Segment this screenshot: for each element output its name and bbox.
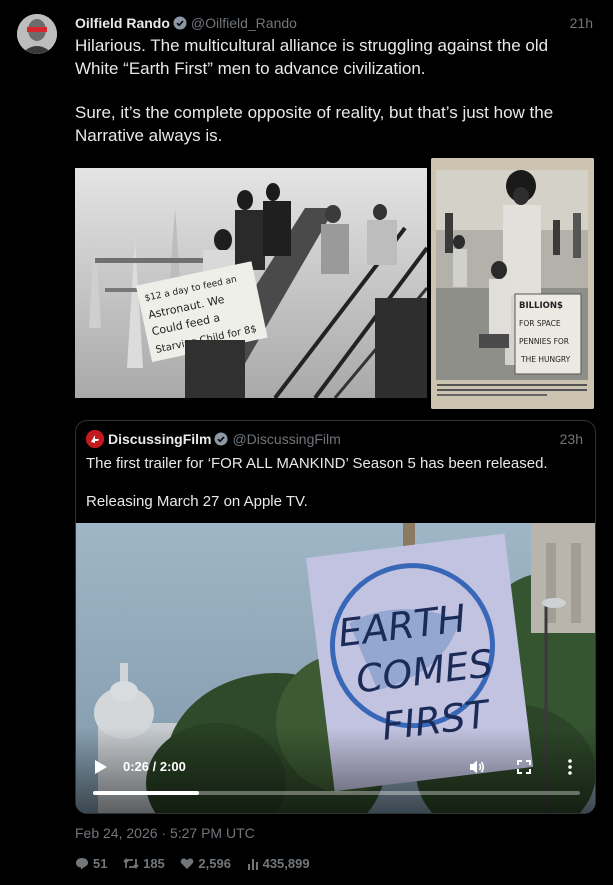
retweet-button[interactable]: 185 [123,856,165,871]
reply-count: 51 [93,856,108,871]
svg-text:BILLION$: BILLION$ [519,301,563,311]
post-text-paragraph: Hilarious. The multicultural alliance is… [75,36,549,78]
retweet-count: 185 [143,856,165,871]
post-text-paragraph: Sure, it’s the complete opposite of real… [75,103,554,145]
svg-text:THE HUNGRY: THE HUNGRY [520,355,571,364]
post-header: Oilfield Rando @Oilfield_Rando 21h [75,14,593,32]
post-text: Hilarious. The multicultural alliance is… [75,35,595,147]
quoted-post-text: The first trailer for ‘FOR ALL MANKIND’ … [86,454,586,512]
reply-icon [76,858,88,870]
quoted-text-paragraph: The first trailer for ‘FOR ALL MANKIND’ … [86,455,548,472]
more-options-icon[interactable] [568,759,572,775]
like-count: 2,596 [198,856,231,871]
quoted-author-name[interactable]: DiscussingFilm [108,431,211,447]
views-count: 435,899 [262,856,310,871]
author-handle[interactable]: @Oilfield_Rando [191,15,297,31]
video-progress-bar[interactable] [93,791,580,795]
discussingfilm-logo-icon[interactable] [86,430,104,448]
volume-icon[interactable] [469,759,485,775]
retweet-icon [123,858,139,869]
video-controls: 0:26 / 2:00 [76,523,595,813]
author-name[interactable]: Oilfield Rando [75,15,170,31]
quoted-author-handle[interactable]: @DiscussingFilm [232,431,340,447]
like-button[interactable]: 2,596 [180,856,231,871]
tweet: Oilfield Rando @Oilfield_Rando 21h Hilari… [0,0,613,885]
svg-text:FOR SPACE: FOR SPACE [519,319,561,328]
quoted-post-time[interactable]: 23h [560,430,583,448]
video-time-readout: 0:26 / 2:00 [123,759,186,774]
fullscreen-icon[interactable] [517,760,531,774]
reply-button[interactable]: 51 [75,856,107,871]
post-time[interactable]: 21h [570,14,593,32]
video-progress-fill [93,791,199,795]
post-timestamp[interactable]: Feb 24, 2026 · 5:27 PM UTC [75,825,255,841]
play-icon[interactable] [94,759,108,775]
video-player[interactable]: EARTH COMES FIRST 0:26 / 2:00 [76,523,595,813]
verified-icon [214,432,228,450]
svg-text:PENNIES FOR: PENNIES FOR [519,337,569,346]
photo-newspaper-clipping[interactable]: BILLION$ FOR SPACE PENNIES FOR THE HUNGR… [431,158,594,409]
avatar[interactable] [17,14,57,54]
post-stats: 51 185 2,596 435,899 [75,856,322,871]
views-button[interactable]: 435,899 [247,856,310,871]
photo-protest-stairs[interactable]: $12 a day to feed an Astronaut. We Could… [75,168,427,398]
quoted-post-header: DiscussingFilm @DiscussingFilm 23h [86,430,583,448]
quoted-text-paragraph: Releasing March 27 on Apple TV. [86,493,308,510]
heart-icon [181,858,194,869]
verified-icon [173,16,187,34]
quoted-post[interactable]: DiscussingFilm @DiscussingFilm 23h The fi… [75,420,596,814]
views-icon [247,859,258,870]
